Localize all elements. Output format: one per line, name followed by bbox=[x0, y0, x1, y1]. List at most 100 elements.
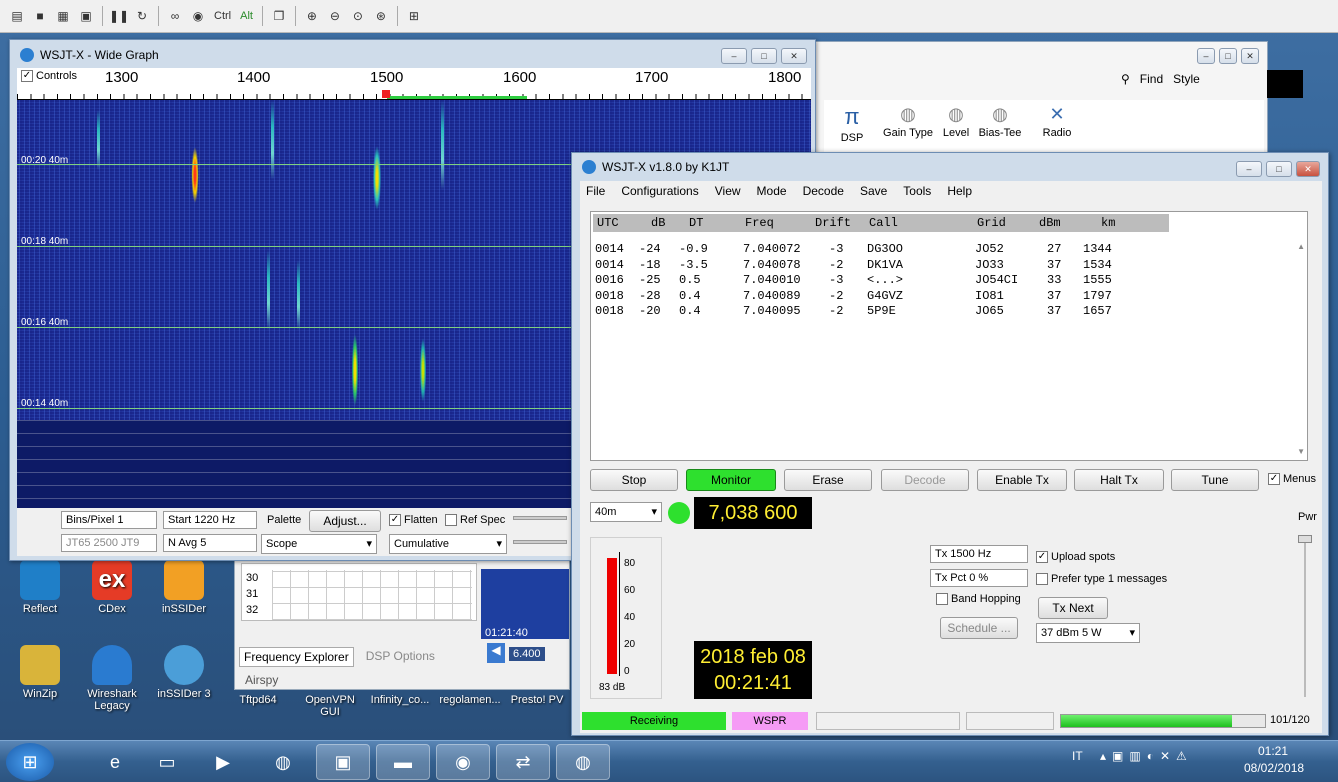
menu-save[interactable]: Save bbox=[860, 184, 887, 198]
decode-panel[interactable]: UTC dB DT Freq Drift Call Grid dBm km 00… bbox=[590, 211, 1308, 461]
zero-slider[interactable] bbox=[513, 540, 567, 544]
ref-spec-checkbox[interactable]: Ref Spec bbox=[445, 514, 505, 527]
decode-row[interactable]: 0014 -24 -0.9 7.040072 -3 DG3OO JO52 27 1344 bbox=[591, 242, 1151, 258]
bins-per-pixel-spinbox[interactable]: Bins/Pixel 1 bbox=[61, 511, 157, 529]
desktop-icon-openvpn[interactable]: OpenVPN GUI bbox=[296, 694, 364, 718]
ie-icon[interactable]: e bbox=[88, 744, 142, 780]
flatten-checkbox[interactable]: ✓ Flatten bbox=[389, 514, 438, 527]
properties-icon[interactable]: ▦ bbox=[54, 7, 72, 25]
jt65-spinbox[interactable]: JT65 2500 JT9 bbox=[61, 534, 157, 552]
globe-app-icon[interactable]: ◍ bbox=[256, 744, 310, 780]
maximize-button[interactable]: □ bbox=[751, 48, 777, 64]
copy-icon[interactable]: ❐ bbox=[270, 7, 288, 25]
controls-checkbox[interactable]: ✓ Controls bbox=[21, 70, 77, 83]
tx-freq-spinbox[interactable]: Tx 1500 Hz bbox=[930, 545, 1028, 563]
menu-tools[interactable]: Tools bbox=[903, 184, 931, 198]
gain-slider[interactable] bbox=[513, 516, 567, 520]
desktop-icon-cdex[interactable]: ex CDex bbox=[78, 560, 146, 615]
taskbar-time[interactable]: 01:21 bbox=[1258, 744, 1288, 758]
cmd-icon[interactable]: ▬ bbox=[376, 744, 430, 780]
scroll-down-icon[interactable]: ▼ bbox=[1297, 447, 1305, 456]
maximize-button[interactable]: □ bbox=[1266, 161, 1292, 177]
link-icon[interactable]: ∞ bbox=[166, 7, 184, 25]
monitor-app-icon[interactable]: ▣ bbox=[316, 744, 370, 780]
decode-row[interactable]: 0016 -25 0.5 7.040010 -3 <...> JO54CI 33 1555 bbox=[591, 273, 1151, 289]
wide-graph-titlebar[interactable]: WSJT-X - Wide Graph bbox=[10, 40, 815, 70]
upload-spots-checkbox[interactable]: ✓ Upload spots bbox=[1036, 551, 1115, 564]
decode-button[interactable]: Decode bbox=[881, 469, 969, 491]
palette-select[interactable]: Scope bbox=[261, 534, 377, 554]
ribbon-bias-tee[interactable]: ◍ Bias-Tee bbox=[974, 104, 1026, 139]
menu-help[interactable]: Help bbox=[947, 184, 972, 198]
desktop-icon-inssider[interactable]: inSSIDer bbox=[150, 560, 218, 615]
save-icon[interactable]: ■ bbox=[31, 7, 49, 25]
desktop-icon-inssider3[interactable]: inSSIDer 3 bbox=[150, 645, 218, 700]
explorer-icon[interactable]: ▭ bbox=[140, 744, 194, 780]
enable-tx-button[interactable]: Enable Tx bbox=[977, 469, 1067, 491]
fullscreen-icon[interactable]: ⊞ bbox=[405, 7, 423, 25]
close-button[interactable]: ✕ bbox=[1241, 48, 1259, 64]
erase-button[interactable]: Erase bbox=[784, 469, 872, 491]
start-freq-spinbox[interactable]: Start 1220 Hz bbox=[163, 511, 257, 529]
desktop-icon-presto[interactable]: Presto! PV bbox=[504, 694, 570, 706]
ribbon-gain-type[interactable]: ◍ Gain Type bbox=[880, 104, 936, 139]
tx-freq-marker[interactable] bbox=[382, 90, 390, 98]
menu-file[interactable]: File bbox=[586, 184, 605, 198]
zoom-reset-icon[interactable]: ⊙ bbox=[349, 7, 367, 25]
tray-icons[interactable]: ▴▣▥◐✕⚠ bbox=[1100, 749, 1193, 763]
schedule-button[interactable]: Schedule ... bbox=[940, 617, 1018, 639]
close-button[interactable]: ✕ bbox=[781, 48, 807, 64]
close-button[interactable]: ✕ bbox=[1296, 161, 1320, 177]
zoom-in-icon[interactable]: ⊕ bbox=[303, 7, 321, 25]
decode-row[interactable]: 0018 -28 0.4 7.040089 -2 G4GVZ IO81 37 1797 bbox=[591, 289, 1151, 305]
wsjtx-app-icon[interactable]: ◍ bbox=[556, 744, 610, 780]
power-select[interactable]: 37 dBm 5 W bbox=[1036, 623, 1140, 643]
desktop-icon-winzip[interactable]: WinZip bbox=[6, 645, 74, 700]
desktop-icon-wireshark[interactable]: Wireshark Legacy bbox=[78, 645, 146, 712]
menu-view[interactable]: View bbox=[715, 184, 741, 198]
main-titlebar[interactable]: WSJT-X v1.8.0 by K1JT bbox=[572, 153, 1328, 181]
menu-decode[interactable]: Decode bbox=[803, 184, 844, 198]
desktop-icon-reflect[interactable]: Reflect bbox=[6, 560, 74, 615]
style-button[interactable]: Style bbox=[1173, 72, 1200, 86]
antenna-app-icon[interactable]: ◉ bbox=[436, 744, 490, 780]
cumulative-select[interactable]: Cumulative bbox=[389, 534, 507, 554]
scroll-up-icon[interactable]: ▲ bbox=[1297, 242, 1305, 251]
band-select[interactable]: 40m bbox=[590, 502, 662, 522]
refresh-icon[interactable]: ↻ bbox=[133, 7, 151, 25]
ribbon-level[interactable]: ◍ Level bbox=[940, 104, 972, 139]
desktop-icon-infinity[interactable]: Infinity_co... bbox=[366, 694, 434, 706]
binoculars-icon[interactable]: ◉ bbox=[189, 7, 207, 25]
language-indicator[interactable]: IT bbox=[1072, 749, 1083, 763]
band-hopping-checkbox[interactable]: Band Hopping bbox=[936, 593, 1021, 606]
taskbar-date[interactable]: 08/02/2018 bbox=[1244, 761, 1304, 775]
pause-icon[interactable]: ❚❚ bbox=[109, 7, 129, 25]
export-icon[interactable]: ▣ bbox=[77, 7, 95, 25]
decode-row[interactable]: 0014 -18 -3.5 7.040078 -2 DK1VA JO33 37 1534 bbox=[591, 258, 1151, 274]
desktop-icon-regolamento[interactable]: regolamen... bbox=[436, 694, 504, 706]
decode-row[interactable]: 0018 -20 0.4 7.040095 -2 5P9E JO65 37 1657 bbox=[591, 304, 1151, 320]
ribbon-radio[interactable]: ✕ Radio bbox=[1032, 104, 1082, 139]
minimize-button[interactable]: – bbox=[1197, 48, 1215, 64]
menu-configurations[interactable]: Configurations bbox=[621, 184, 698, 198]
sdr-app-icon[interactable]: ⇄ bbox=[496, 744, 550, 780]
zoom-fit-icon[interactable]: ⊛ bbox=[372, 7, 390, 25]
zoom-out-icon[interactable]: ⊖ bbox=[326, 7, 344, 25]
menus-checkbox[interactable]: ✓ Menus bbox=[1268, 473, 1316, 486]
stop-button[interactable]: Stop bbox=[590, 469, 678, 491]
navg-spinbox[interactable]: N Avg 5 bbox=[163, 534, 257, 552]
start-button[interactable]: ⊞ bbox=[6, 743, 54, 781]
desktop-icon-tftpd64[interactable]: Tftpd64 bbox=[224, 694, 292, 706]
minimize-button[interactable]: – bbox=[1236, 161, 1262, 177]
grid-cells[interactable] bbox=[272, 570, 472, 620]
alt-key[interactable]: Alt bbox=[238, 10, 255, 22]
find-button[interactable]: Find bbox=[1140, 72, 1163, 86]
power-slider[interactable] bbox=[1304, 537, 1306, 697]
power-slider-handle[interactable] bbox=[1298, 535, 1312, 543]
tx-next-button[interactable]: Tx Next bbox=[1038, 597, 1108, 619]
halt-tx-button[interactable]: Halt Tx bbox=[1074, 469, 1164, 491]
back-arrow-icon[interactable]: ◀ bbox=[487, 643, 505, 663]
tune-button[interactable]: Tune bbox=[1171, 469, 1259, 491]
menu-mode[interactable]: Mode bbox=[757, 184, 787, 198]
monitor-button[interactable]: Monitor bbox=[686, 469, 776, 491]
